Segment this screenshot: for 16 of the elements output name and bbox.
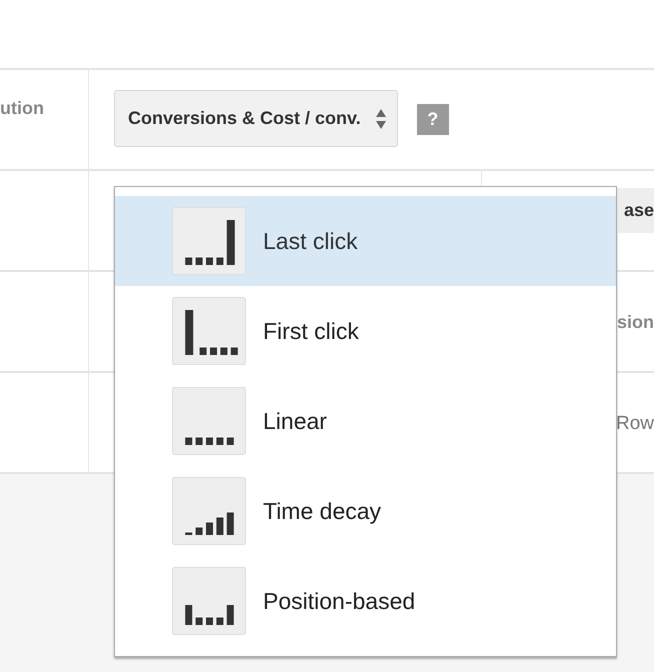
bar-chart-icon [172,477,246,545]
bar-chart-icon [172,387,246,455]
menu-item[interactable]: Linear [115,376,616,466]
menu-item[interactable]: Position-based [115,556,616,646]
cut-off-label: sion [616,312,654,333]
menu-item[interactable]: Time decay [115,466,616,556]
sort-arrows-icon [374,108,387,130]
bar-chart-icon [172,297,246,365]
row-label: ution [0,98,44,119]
bar-chart-icon [172,207,246,275]
bar-chart-icon [172,567,246,635]
menu-item[interactable]: First click [115,286,616,376]
cut-off-button[interactable]: ase [618,188,654,233]
cut-off-label: Row [614,412,654,434]
metric-select[interactable]: Conversions & Cost / conv. [114,90,398,147]
menu-item[interactable]: Last click [115,196,616,286]
